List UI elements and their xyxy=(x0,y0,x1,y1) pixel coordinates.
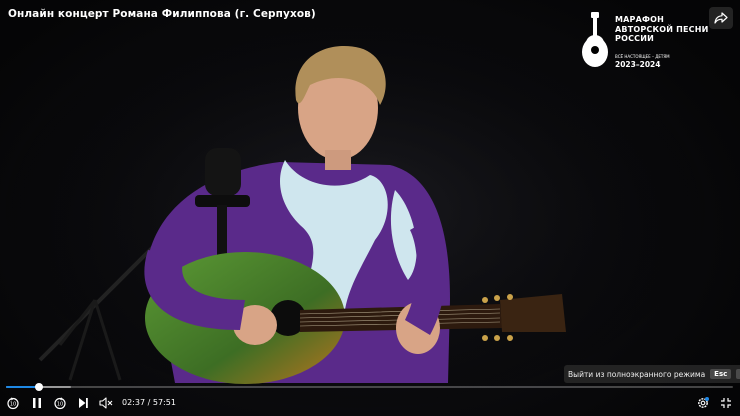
next-button[interactable] xyxy=(75,395,91,411)
logo-years: 2023–2024 xyxy=(615,60,661,69)
share-button[interactable] xyxy=(709,7,733,29)
current-time: 02:37 xyxy=(122,398,146,407)
time-display: 02:37 / 57:51 xyxy=(122,398,176,407)
rewind-10-icon: 10 xyxy=(7,397,19,410)
share-icon xyxy=(714,12,728,24)
guitar-logo-icon xyxy=(582,12,608,67)
volume-button[interactable] xyxy=(98,395,114,411)
exit-fullscreen-icon xyxy=(721,398,731,408)
control-bar: 10 10 02:37 / 57:51 xyxy=(0,393,740,413)
pause-icon xyxy=(33,398,41,408)
time-separator: / xyxy=(147,398,151,407)
logo-line-2: АВТОРСКОЙ ПЕСНИ xyxy=(615,24,709,34)
duration: 57:51 xyxy=(152,398,176,407)
progress-handle[interactable] xyxy=(34,383,43,391)
pause-button[interactable] xyxy=(29,395,45,411)
festival-logo: МАРАФОН АВТОРСКОЙ ПЕСНИ РОССИИ ВСЁ НАСТО… xyxy=(579,12,708,70)
logo-text: МАРАФОН АВТОРСКОЙ ПЕСНИ РОССИИ xyxy=(615,15,709,44)
rewind-button[interactable]: 10 xyxy=(5,395,21,411)
svg-text:10: 10 xyxy=(10,402,16,408)
next-icon xyxy=(79,398,88,408)
video-title: Онлайн концерт Романа Филиппова (г. Серп… xyxy=(8,8,316,20)
exit-fullscreen-text: Выйти из полноэкранного режима xyxy=(568,369,706,379)
esc-key: Esc xyxy=(710,369,732,379)
f-key: F xyxy=(736,369,740,379)
progress-played xyxy=(6,386,39,388)
forward-10-icon: 10 xyxy=(54,397,66,410)
progress-track[interactable] xyxy=(6,386,733,388)
forward-button[interactable]: 10 xyxy=(52,395,68,411)
logo-subline: ВСЁ НАСТОЯЩЕЕ – ДЕТЯМ xyxy=(615,54,670,59)
settings-button[interactable] xyxy=(695,395,711,411)
video-player[interactable]: Онлайн концерт Романа Филиппова (г. Серп… xyxy=(0,0,740,416)
settings-icon xyxy=(698,397,709,408)
logo-line-3: РОССИИ xyxy=(615,34,654,43)
logo-line-1: МАРАФОН xyxy=(615,15,665,24)
svg-text:10: 10 xyxy=(57,402,63,408)
exit-fullscreen-hint: Выйти из полноэкранного режима Esc F xyxy=(564,365,740,383)
fullscreen-button[interactable] xyxy=(718,395,734,411)
progress-bar[interactable] xyxy=(6,383,733,391)
volume-muted-icon xyxy=(99,397,113,409)
